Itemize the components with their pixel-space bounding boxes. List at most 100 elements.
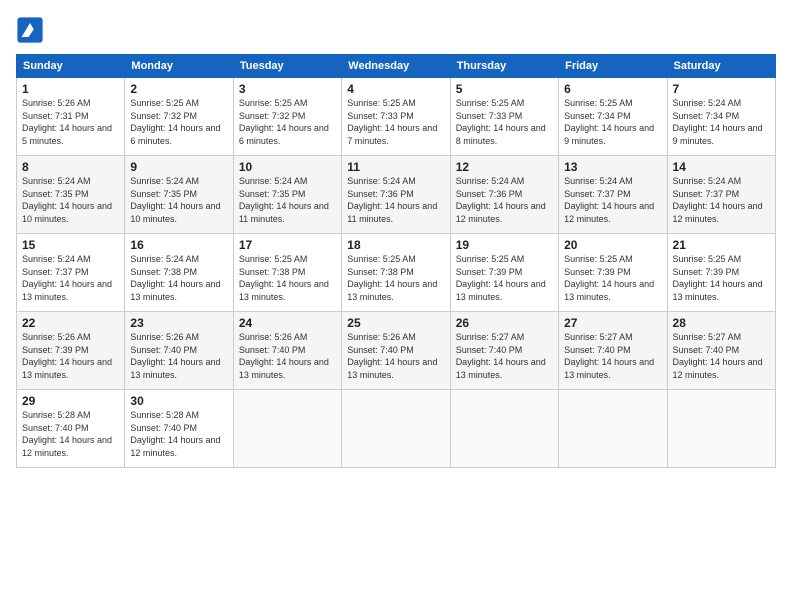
sunrise-label: Sunrise: 5:24 AM	[673, 176, 742, 186]
daylight-label: Daylight: 14 hours and 13 minutes.	[22, 357, 112, 380]
day-number: 10	[239, 160, 336, 174]
calendar-header-sunday: Sunday	[17, 55, 125, 78]
day-info: Sunrise: 5:24 AM Sunset: 7:35 PM Dayligh…	[130, 175, 227, 225]
header	[16, 16, 776, 44]
sunrise-label: Sunrise: 5:28 AM	[22, 410, 91, 420]
daylight-label: Daylight: 14 hours and 6 minutes.	[239, 123, 329, 146]
day-info: Sunrise: 5:25 AM Sunset: 7:39 PM Dayligh…	[456, 253, 553, 303]
sunset-label: Sunset: 7:40 PM	[456, 345, 523, 355]
day-number: 18	[347, 238, 444, 252]
sunrise-label: Sunrise: 5:25 AM	[456, 98, 525, 108]
day-number: 20	[564, 238, 661, 252]
daylight-label: Daylight: 14 hours and 13 minutes.	[564, 357, 654, 380]
daylight-label: Daylight: 14 hours and 13 minutes.	[347, 357, 437, 380]
sunrise-label: Sunrise: 5:24 AM	[22, 254, 91, 264]
sunrise-label: Sunrise: 5:25 AM	[239, 98, 308, 108]
sunset-label: Sunset: 7:38 PM	[347, 267, 414, 277]
sunrise-label: Sunrise: 5:26 AM	[239, 332, 308, 342]
daylight-label: Daylight: 14 hours and 12 minutes.	[564, 201, 654, 224]
day-number: 25	[347, 316, 444, 330]
calendar-cell: 12 Sunrise: 5:24 AM Sunset: 7:36 PM Dayl…	[450, 156, 558, 234]
day-number: 21	[673, 238, 770, 252]
calendar-cell: 21 Sunrise: 5:25 AM Sunset: 7:39 PM Dayl…	[667, 234, 775, 312]
daylight-label: Daylight: 14 hours and 11 minutes.	[239, 201, 329, 224]
calendar-cell: 10 Sunrise: 5:24 AM Sunset: 7:35 PM Dayl…	[233, 156, 341, 234]
calendar-cell	[233, 390, 341, 468]
day-number: 6	[564, 82, 661, 96]
daylight-label: Daylight: 14 hours and 7 minutes.	[347, 123, 437, 146]
daylight-label: Daylight: 14 hours and 13 minutes.	[673, 279, 763, 302]
calendar-cell: 7 Sunrise: 5:24 AM Sunset: 7:34 PM Dayli…	[667, 78, 775, 156]
calendar-header-wednesday: Wednesday	[342, 55, 450, 78]
daylight-label: Daylight: 14 hours and 13 minutes.	[347, 279, 437, 302]
calendar-cell: 17 Sunrise: 5:25 AM Sunset: 7:38 PM Dayl…	[233, 234, 341, 312]
daylight-label: Daylight: 14 hours and 13 minutes.	[130, 357, 220, 380]
day-number: 13	[564, 160, 661, 174]
day-number: 28	[673, 316, 770, 330]
daylight-label: Daylight: 14 hours and 12 minutes.	[673, 357, 763, 380]
calendar-header-row: SundayMondayTuesdayWednesdayThursdayFrid…	[17, 55, 776, 78]
day-number: 2	[130, 82, 227, 96]
sunset-label: Sunset: 7:35 PM	[239, 189, 306, 199]
sunrise-label: Sunrise: 5:24 AM	[130, 254, 199, 264]
daylight-label: Daylight: 14 hours and 5 minutes.	[22, 123, 112, 146]
sunset-label: Sunset: 7:40 PM	[239, 345, 306, 355]
day-number: 12	[456, 160, 553, 174]
sunset-label: Sunset: 7:40 PM	[130, 423, 197, 433]
sunrise-label: Sunrise: 5:24 AM	[456, 176, 525, 186]
calendar-week-1: 1 Sunrise: 5:26 AM Sunset: 7:31 PM Dayli…	[17, 78, 776, 156]
day-info: Sunrise: 5:24 AM Sunset: 7:37 PM Dayligh…	[22, 253, 119, 303]
logo	[16, 16, 48, 44]
sunset-label: Sunset: 7:40 PM	[130, 345, 197, 355]
calendar-cell	[667, 390, 775, 468]
calendar-table: SundayMondayTuesdayWednesdayThursdayFrid…	[16, 54, 776, 468]
sunrise-label: Sunrise: 5:25 AM	[564, 254, 633, 264]
daylight-label: Daylight: 14 hours and 12 minutes.	[673, 201, 763, 224]
day-info: Sunrise: 5:25 AM Sunset: 7:39 PM Dayligh…	[564, 253, 661, 303]
day-number: 3	[239, 82, 336, 96]
day-info: Sunrise: 5:24 AM Sunset: 7:36 PM Dayligh…	[347, 175, 444, 225]
daylight-label: Daylight: 14 hours and 12 minutes.	[456, 201, 546, 224]
calendar-cell: 16 Sunrise: 5:24 AM Sunset: 7:38 PM Dayl…	[125, 234, 233, 312]
sunrise-label: Sunrise: 5:27 AM	[456, 332, 525, 342]
sunrise-label: Sunrise: 5:28 AM	[130, 410, 199, 420]
sunset-label: Sunset: 7:34 PM	[564, 111, 631, 121]
sunrise-label: Sunrise: 5:24 AM	[130, 176, 199, 186]
calendar-cell: 2 Sunrise: 5:25 AM Sunset: 7:32 PM Dayli…	[125, 78, 233, 156]
daylight-label: Daylight: 14 hours and 13 minutes.	[22, 279, 112, 302]
day-info: Sunrise: 5:25 AM Sunset: 7:34 PM Dayligh…	[564, 97, 661, 147]
day-info: Sunrise: 5:25 AM Sunset: 7:39 PM Dayligh…	[673, 253, 770, 303]
calendar-week-3: 15 Sunrise: 5:24 AM Sunset: 7:37 PM Dayl…	[17, 234, 776, 312]
sunset-label: Sunset: 7:34 PM	[673, 111, 740, 121]
calendar-cell: 22 Sunrise: 5:26 AM Sunset: 7:39 PM Dayl…	[17, 312, 125, 390]
sunrise-label: Sunrise: 5:24 AM	[673, 98, 742, 108]
sunrise-label: Sunrise: 5:25 AM	[347, 98, 416, 108]
day-info: Sunrise: 5:25 AM Sunset: 7:33 PM Dayligh…	[456, 97, 553, 147]
calendar-week-4: 22 Sunrise: 5:26 AM Sunset: 7:39 PM Dayl…	[17, 312, 776, 390]
sunrise-label: Sunrise: 5:26 AM	[22, 98, 91, 108]
day-number: 11	[347, 160, 444, 174]
day-info: Sunrise: 5:26 AM Sunset: 7:40 PM Dayligh…	[239, 331, 336, 381]
sunrise-label: Sunrise: 5:25 AM	[673, 254, 742, 264]
day-info: Sunrise: 5:24 AM Sunset: 7:36 PM Dayligh…	[456, 175, 553, 225]
calendar-cell: 6 Sunrise: 5:25 AM Sunset: 7:34 PM Dayli…	[559, 78, 667, 156]
calendar-cell: 5 Sunrise: 5:25 AM Sunset: 7:33 PM Dayli…	[450, 78, 558, 156]
calendar-week-5: 29 Sunrise: 5:28 AM Sunset: 7:40 PM Dayl…	[17, 390, 776, 468]
day-number: 22	[22, 316, 119, 330]
sunrise-label: Sunrise: 5:26 AM	[347, 332, 416, 342]
daylight-label: Daylight: 14 hours and 10 minutes.	[130, 201, 220, 224]
daylight-label: Daylight: 14 hours and 12 minutes.	[130, 435, 220, 458]
day-info: Sunrise: 5:26 AM Sunset: 7:31 PM Dayligh…	[22, 97, 119, 147]
day-info: Sunrise: 5:24 AM Sunset: 7:37 PM Dayligh…	[564, 175, 661, 225]
day-number: 26	[456, 316, 553, 330]
sunset-label: Sunset: 7:40 PM	[673, 345, 740, 355]
daylight-label: Daylight: 14 hours and 13 minutes.	[239, 357, 329, 380]
sunset-label: Sunset: 7:39 PM	[673, 267, 740, 277]
calendar-week-2: 8 Sunrise: 5:24 AM Sunset: 7:35 PM Dayli…	[17, 156, 776, 234]
day-info: Sunrise: 5:25 AM Sunset: 7:32 PM Dayligh…	[239, 97, 336, 147]
sunset-label: Sunset: 7:38 PM	[130, 267, 197, 277]
calendar-cell: 25 Sunrise: 5:26 AM Sunset: 7:40 PM Dayl…	[342, 312, 450, 390]
day-number: 19	[456, 238, 553, 252]
daylight-label: Daylight: 14 hours and 9 minutes.	[673, 123, 763, 146]
day-info: Sunrise: 5:27 AM Sunset: 7:40 PM Dayligh…	[673, 331, 770, 381]
